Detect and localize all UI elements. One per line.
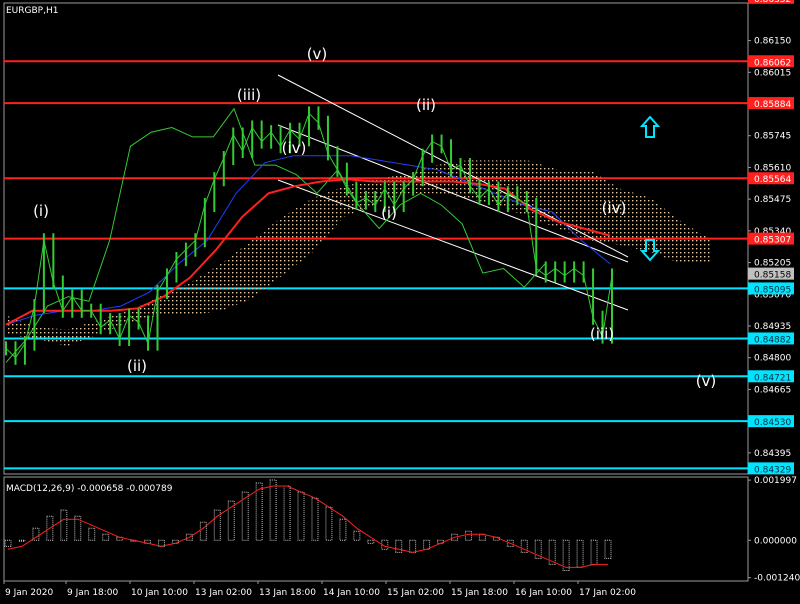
support-level-label: 0.85095 [754,285,791,295]
wave-label: (v) [696,372,717,390]
wave-label: (i) [381,204,397,222]
up-arrow-icon [639,115,661,138]
price-tick-label: 0.86015 [754,68,791,78]
macd-bar [18,539,26,542]
wave-label: (v) [307,45,328,63]
time-tick-label: 9 Jan 2020 [5,588,53,598]
macd-signal-line [7,485,608,568]
wave-label: (ii) [127,357,147,375]
symbol-label: EURGBP,H1 [6,6,58,16]
macd-bar [255,482,263,541]
time-tick-label: 13 Jan 02:00 [195,588,252,598]
macd-bar [409,539,417,553]
wave-label: (i) [33,202,49,220]
resistance-level-label: 0.85307 [754,236,791,246]
macd-bar [590,539,598,565]
macd-bar [339,518,347,541]
macd-bar [88,527,96,541]
wave-label: (iv) [602,199,627,217]
wave-label: (iii) [590,325,614,343]
time-tick-label: 14 Jan 10:00 [323,588,380,598]
macd-bar [604,539,612,559]
macd-bar [283,485,291,541]
macd-tick-labels: 0.001997 0.000000 -0.001240 [748,476,800,584]
time-tick-label: 15 Jan 18:00 [451,588,508,598]
macd-tick-label: 0.000000 [754,536,797,546]
resistance-level-label: 0.86332 [754,0,791,5]
chart-canvas: EURGBP,H1 MACD(12,26,9) -0.000658 -0.000… [3,0,800,598]
price-tick-label: 0.85610 [754,163,791,173]
trading-chart[interactable]: EURGBP,H1 MACD(12,26,9) -0.000658 -0.000… [0,0,800,600]
price-tick-label: 0.85205 [754,259,791,269]
resistance-level-label: 0.85564 [754,175,791,185]
price-tick-label: 0.84665 [754,385,791,395]
wave-label: (ii) [416,96,436,114]
macd-bar [311,497,319,541]
macd-bar [269,479,277,541]
price-tick-label: 0.84395 [754,449,791,459]
macd-bar [353,530,361,541]
time-axis: 9 Jan 2020 9 Jan 18:00 10 Jan 10:00 13 Jan … [3,581,636,598]
support-level-label: 0.84882 [754,335,791,345]
resistance-level-label: 0.86062 [754,58,791,68]
price-tick-label: 0.85745 [754,132,791,142]
price-tick-label: 0.84800 [754,354,791,364]
macd-bar [562,539,570,571]
support-level-label: 0.84530 [754,418,791,428]
macd-tick-label: -0.001240 [754,574,800,584]
price-tick-label: 0.86150 [754,37,791,47]
price-tick-label: 0.85475 [754,195,791,205]
macd-bar [325,506,333,541]
macd-tick-label: 0.001997 [754,476,797,486]
macd-bar [60,509,68,541]
time-tick-label: 16 Jan 10:00 [515,588,572,598]
macd-bar [576,539,584,568]
wave-label: (iii) [237,86,261,104]
price-tick-label: 0.84935 [754,322,791,332]
macd-bar [297,491,305,541]
time-tick-label: 10 Jan 10:00 [131,588,188,598]
wave-label: (iv) [282,139,307,157]
current-price-label: 0.85158 [754,271,791,281]
macd-bar [102,533,110,541]
macd-bar [367,539,375,544]
time-tick-label: 9 Jan 18:00 [67,588,119,598]
macd-bar [395,539,403,553]
macd-bar [4,539,12,547]
macd-bar [464,530,472,541]
time-tick-label: 15 Jan 02:00 [387,588,444,598]
time-tick-label: 13 Jan 18:00 [259,588,316,598]
support-level-label: 0.84329 [754,465,791,475]
macd-bar [199,521,207,541]
macd-title: MACD(12,26,9) -0.000658 -0.000789 [6,484,173,494]
time-tick-label: 17 Jan 02:00 [579,588,636,598]
resistance-level-label: 0.85884 [754,100,791,110]
support-level-label: 0.84721 [754,373,791,383]
